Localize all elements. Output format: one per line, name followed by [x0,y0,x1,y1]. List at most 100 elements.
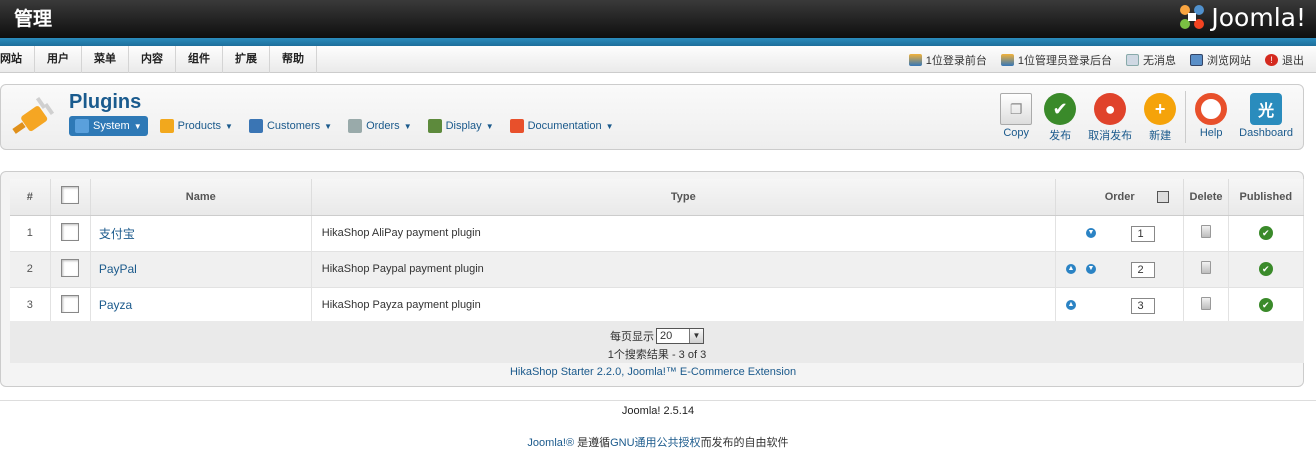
submenu-orders[interactable]: Orders ▼ [344,116,416,136]
move-up-icon[interactable]: ▲ [1065,263,1076,274]
submenu-label: Documentation [527,120,602,132]
published-check-icon[interactable]: ✔ [1258,298,1273,312]
logout-link[interactable]: ! 退出 [1265,52,1304,68]
trash-icon[interactable] [1201,225,1212,238]
plugin-name-link[interactable]: 支付宝 [91,227,135,241]
order-input[interactable]: 2 [1131,261,1156,278]
row-type: HikaShop Payza payment plugin [311,287,1056,324]
move-down-icon[interactable]: ▼ [1085,227,1096,238]
published-check-icon[interactable]: ✔ [1258,226,1273,240]
row-name-cell: PayPal [90,251,312,288]
box-icon [159,119,174,133]
publish-button[interactable]: ✔ 发布 [1038,89,1082,145]
new-button[interactable]: + 新建 [1138,89,1182,145]
trash-icon[interactable] [1201,297,1212,310]
copy-icon: ❐ [1000,93,1033,125]
new-icon: + [1144,93,1177,125]
messages-label: 无消息 [1143,54,1176,67]
menu-item-6[interactable]: 帮助 [270,46,317,73]
submenu-customers[interactable]: Customers ▼ [245,116,336,136]
new-label: 新建 [1149,130,1172,142]
menu-item-5[interactable]: 扩展 [223,46,270,73]
footer-divider [0,400,1316,401]
table-row: 2 PayPal HikaShop Paypal payment plugin ▲ ▼ 2… [10,251,1305,288]
move-up-icon[interactable]: ▲ [1065,299,1076,310]
license-text-2: 而发布的自由软件 [700,437,789,449]
joomla-link[interactable]: Joomla!® [527,437,574,449]
move-down-icon[interactable]: ▼ [1085,263,1096,274]
messages-status[interactable]: 无消息 [1126,52,1176,68]
lifebuoy-icon [1195,93,1228,125]
plugin-name-link[interactable]: Payza [91,298,132,312]
col-type[interactable]: Type [311,179,1056,216]
menu-item-3[interactable]: 内容 [129,46,176,73]
submenu-label: Products [177,120,222,132]
license-text-1: 是遵循 [574,437,611,449]
caret-down-icon: ▼ [225,121,233,131]
dashboard-label: Dashboard [1239,127,1293,139]
dashboard-icon: 光 [1250,93,1283,125]
order-input[interactable]: 1 [1131,225,1156,242]
trash-icon[interactable] [1201,261,1212,274]
frontend-users-label: 1位登录前台 [925,54,987,67]
view-site-link[interactable]: 浏览网站 [1190,52,1251,68]
save-order-icon[interactable] [1157,191,1170,203]
gpl-link[interactable]: GNU通用公共授权 [610,437,700,449]
row-checkbox[interactable] [61,258,80,277]
row-check-cell [50,215,91,252]
row-published-cell: ✔ [1228,287,1305,324]
publish-label: 发布 [1049,130,1072,142]
row-checkbox[interactable] [61,222,80,241]
col-order[interactable]: Order [1055,179,1185,216]
help-button[interactable]: Help [1189,89,1233,145]
submenu-documentation[interactable]: Documentation ▼ [506,116,618,136]
plugin-list-box: # Name Type Order Delete Published 1 支付宝 H… [0,171,1305,387]
menu-item-1[interactable]: 用户 [35,46,82,73]
toolbar-box: Plugins System ▼ Products ▼ Customers ▼ Orders… [0,84,1304,150]
monitor-icon [1190,53,1203,66]
joomla-logo[interactable]: Joomla! [1177,0,1306,34]
submenu-label: Display [445,120,482,132]
main-menubar: 网站 用户 菜单 内容 组件 扩展 帮助 1位登录前台 1位管理员登录后台 无消息 浏览网站… [0,46,1316,73]
logout-icon: ! [1265,53,1278,66]
table-row: 3 Payza HikaShop Payza payment plugin ▲ 3 ✔ [10,287,1305,324]
select-all-checkbox[interactable] [61,186,80,205]
view-site-label: 浏览网站 [1207,54,1251,67]
row-name-cell: Payza [90,287,312,324]
copy-button[interactable]: ❐ Copy [994,89,1038,145]
menu-item-2[interactable]: 菜单 [82,46,129,73]
pager-row: 每页显示 20 ▼ [10,328,1304,344]
unpublish-button[interactable]: ● 取消发布 [1082,89,1138,145]
chevron-down-icon: ▼ [689,329,703,343]
col-order-label: Order [1104,190,1135,203]
col-num: # [10,179,51,216]
help-label: Help [1199,127,1223,139]
col-delete: Delete [1183,179,1229,216]
row-type: HikaShop AliPay payment plugin [311,215,1056,252]
caret-down-icon: ▼ [605,121,614,131]
plugin-name-link[interactable]: PayPal [91,262,137,276]
hikashop-submenu: System ▼ Products ▼ Customers ▼ Orders ▼ Display… [69,116,618,136]
menu-item-4[interactable]: 组件 [176,46,223,73]
submenu-products[interactable]: Products ▼ [156,116,237,136]
unpublish-icon: ● [1094,93,1127,125]
dashboard-button[interactable]: 光 Dashboard [1233,89,1299,145]
submenu-system[interactable]: System ▼ [69,116,148,136]
plugin-table: # Name Type Order Delete Published 1 支付宝 H… [10,179,1305,324]
unpublish-label: 取消发布 [1088,130,1133,142]
hikashop-credit-link[interactable]: HikaShop Starter 2.2.0, Joomla!™ E-Comme… [1,366,1305,378]
display-limit-select[interactable]: 20 ▼ [656,328,704,344]
col-name[interactable]: Name [90,179,312,216]
row-checkbox[interactable] [61,294,80,313]
caret-down-icon: ▼ [324,121,333,131]
row-delete-cell [1183,251,1229,288]
published-check-icon[interactable]: ✔ [1258,262,1273,276]
list-footer: 每页显示 20 ▼ 1个搜索结果 - 3 of 3 [10,321,1304,363]
menu-item-0[interactable]: 网站 [0,46,35,73]
header-title: 管理 [14,8,53,30]
joomla-version: Joomla! 2.5.14 [621,405,695,417]
order-input[interactable]: 3 [1131,297,1156,314]
submenu-display[interactable]: Display ▼ [424,116,498,136]
row-name-cell: 支付宝 [90,215,312,252]
row-delete-cell [1183,215,1229,252]
